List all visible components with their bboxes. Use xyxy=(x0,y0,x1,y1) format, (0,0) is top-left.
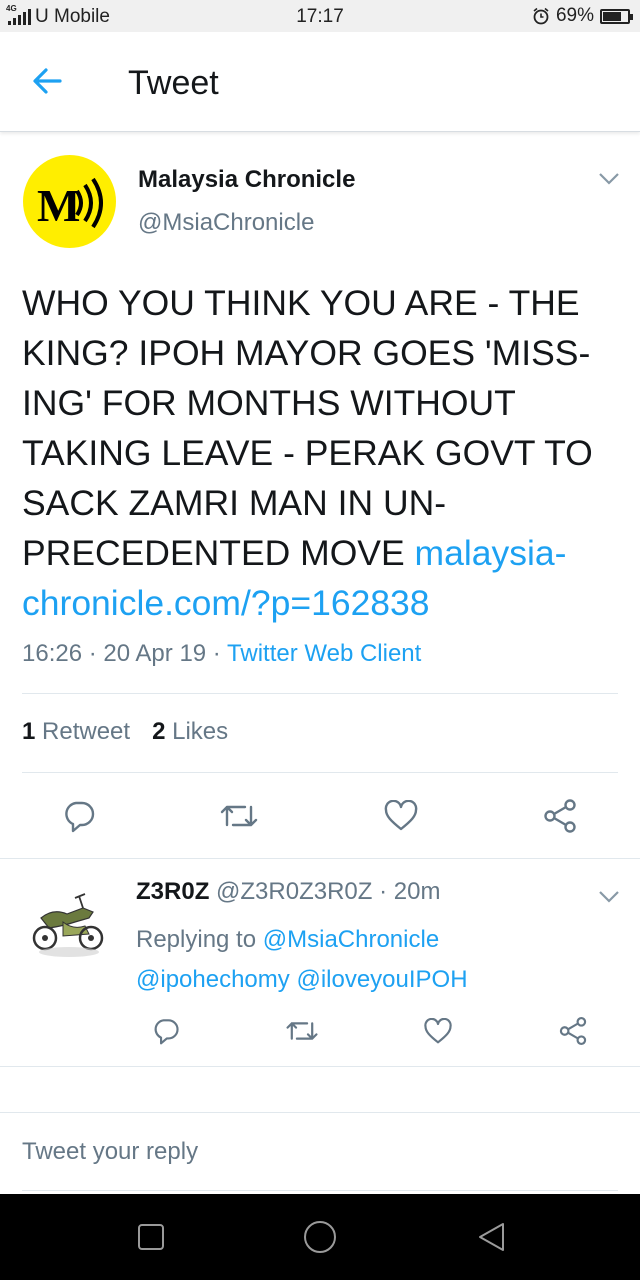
tweet-client[interactable]: Twitter Web Client xyxy=(227,640,421,667)
retweets-count: 1 xyxy=(22,718,36,745)
alarm-icon xyxy=(533,7,549,25)
compose-underline xyxy=(22,1190,618,1191)
tweet-stats: 1 Retweet 2 Likes xyxy=(22,718,228,746)
share-button[interactable] xyxy=(558,1016,588,1046)
divider xyxy=(22,772,618,773)
divider xyxy=(0,1066,640,1067)
status-right: 69% xyxy=(532,5,633,27)
system-nav-bar xyxy=(0,1194,640,1280)
tweet-timestamp: 16:26 · 20 Apr 19 · xyxy=(22,640,228,667)
retweets-stat[interactable]: 1 Retweet xyxy=(22,718,130,746)
share-icon xyxy=(559,1017,586,1045)
chevron-down-icon[interactable] xyxy=(598,890,620,904)
replying-to-label: Replying to xyxy=(136,926,263,953)
battery-percent: 69% xyxy=(555,5,594,26)
divider xyxy=(0,1112,640,1113)
retweet-icon xyxy=(221,805,258,827)
divider xyxy=(22,693,618,694)
app-header: Tweet xyxy=(0,32,640,132)
replying-to: Replying to @MsiaChronicle @ipohechomy @… xyxy=(136,920,596,1000)
likes-count: 2 xyxy=(152,718,166,745)
status-bar: 4G U Mobile 17:17 69% xyxy=(0,0,640,32)
mention-link[interactable]: @ipohechomy xyxy=(136,966,290,993)
reply-compose-input[interactable]: Tweet your reply xyxy=(22,1138,198,1166)
author-avatar[interactable]: M xyxy=(23,155,116,248)
reply-button[interactable] xyxy=(152,1017,180,1045)
back-arrow-icon[interactable] xyxy=(30,64,70,98)
mention-link[interactable]: @MsiaChronicle xyxy=(263,926,439,953)
likes-label: Likes xyxy=(172,718,229,745)
heart-icon xyxy=(424,1017,452,1043)
tweet-body: WHO YOU THINK YOU ARE - THE KING? IPOH M… xyxy=(22,283,593,573)
reply-actions xyxy=(100,1014,640,1048)
signal-waves-icon xyxy=(75,177,103,229)
tweet-text: WHO YOU THINK YOU ARE - THE KING? IPOH M… xyxy=(22,278,622,628)
recents-square-icon[interactable] xyxy=(137,1223,165,1251)
author-name[interactable]: Malaysia Chronicle xyxy=(138,166,355,194)
reply-handle-time[interactable]: @Z3R0Z3R0Z · 20m xyxy=(216,878,440,905)
reply-avatar[interactable] xyxy=(23,878,115,970)
retweet-icon xyxy=(286,1022,318,1040)
reply-icon xyxy=(64,801,94,833)
share-button[interactable] xyxy=(542,798,578,834)
divider xyxy=(0,858,640,859)
chevron-down-icon[interactable] xyxy=(598,172,620,186)
reply-author-name[interactable]: Z3R0Z xyxy=(136,878,209,905)
back-triangle-icon[interactable] xyxy=(476,1221,508,1253)
home-circle-icon[interactable] xyxy=(303,1220,337,1254)
author-handle[interactable]: @MsiaChronicle xyxy=(138,209,314,237)
mention-link[interactable]: @iloveyouIPOH xyxy=(296,966,467,993)
like-button[interactable] xyxy=(423,1017,453,1045)
reply-button[interactable] xyxy=(62,799,96,833)
retweet-button[interactable] xyxy=(219,801,259,831)
share-icon xyxy=(544,799,576,833)
page-title: Tweet xyxy=(128,64,219,102)
retweets-label: Retweet xyxy=(42,718,131,745)
retweet-button[interactable] xyxy=(285,1018,319,1044)
like-button[interactable] xyxy=(383,800,419,832)
tweet-meta: 16:26 · 20 Apr 19 · Twitter Web Client xyxy=(22,640,421,668)
tweet-actions xyxy=(0,796,640,836)
battery-icon xyxy=(600,8,633,24)
reply-icon xyxy=(154,1019,179,1045)
heart-icon xyxy=(384,800,418,831)
likes-stat[interactable]: 2 Likes xyxy=(152,718,228,746)
reply-header: Z3R0Z @Z3R0Z3R0Z · 20m xyxy=(136,878,440,906)
